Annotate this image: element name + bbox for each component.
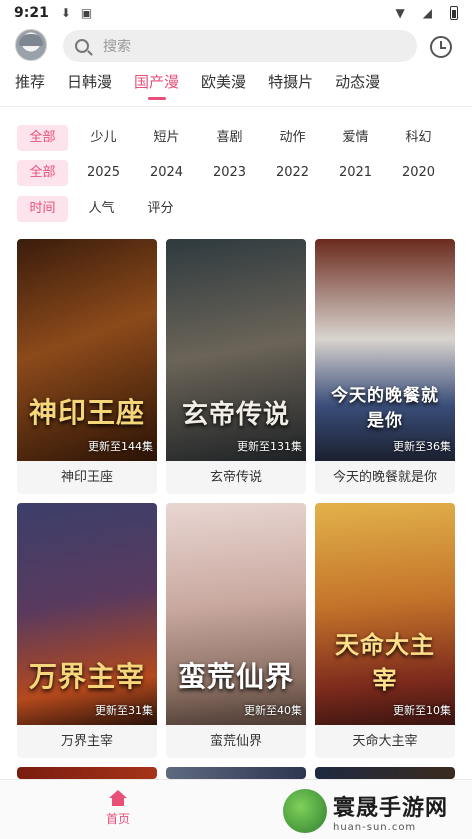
poster-image: 蛮荒仙界 更新至40集 <box>166 503 306 725</box>
sort-filter-row: 时间 人气 评分 <box>17 195 472 223</box>
year-chip[interactable]: 2021 <box>328 160 383 186</box>
avatar[interactable] <box>15 29 47 61</box>
episode-badge: 更新至40集 <box>244 704 302 717</box>
year-chip[interactable]: 2020 <box>391 160 446 186</box>
episode-badge: 更新至36集 <box>393 440 451 453</box>
anime-card[interactable]: 天命大主宰 更新至10集 天命大主宰 <box>315 503 455 758</box>
genre-filter-row: 全部 少儿 短片 喜剧 动作 爱情 科幻 奇 <box>17 124 472 152</box>
sort-chip[interactable]: 时间 <box>17 196 68 222</box>
header: 搜索 <box>0 28 472 66</box>
anime-card[interactable]: 神印王座 更新至144集 神印王座 <box>17 239 157 494</box>
divider <box>0 106 472 107</box>
tab-motion-comic[interactable]: 动态漫 <box>335 68 380 100</box>
anime-card[interactable]: 玄帝传说 更新至131集 玄帝传说 <box>166 239 306 494</box>
poster-title-art: 玄帝传说 <box>181 400 290 430</box>
sort-chip[interactable]: 评分 <box>135 196 186 222</box>
anime-card[interactable] <box>315 767 455 779</box>
anime-card[interactable]: 今天的晚餐就是你 更新至36集 今天的晚餐就是你 <box>315 239 455 494</box>
poster-image: 天命大主宰 更新至10集 <box>315 503 455 725</box>
tab-domestic[interactable]: 国产漫 <box>134 68 179 100</box>
category-tabs: 推荐 日韩漫 国产漫 欧美漫 特摄片 动态漫 <box>0 68 472 104</box>
signal-icon: ◢ <box>422 6 432 20</box>
anime-card[interactable]: 万界主宰 更新至31集 万界主宰 <box>17 503 157 758</box>
anime-card[interactable]: 蛮荒仙界 更新至40集 蛮荒仙界 <box>166 503 306 758</box>
genre-chip[interactable]: 爱情 <box>328 125 383 151</box>
watermark-url: huan-sun.com <box>333 821 417 833</box>
genre-chip[interactable]: 全部 <box>17 125 68 151</box>
year-chip[interactable]: 2022 <box>265 160 320 186</box>
tab-jp-kr[interactable]: 日韩漫 <box>67 68 112 100</box>
genre-chip[interactable]: 动作 <box>265 125 320 151</box>
poster-image: 玄帝传说 更新至131集 <box>166 239 306 461</box>
poster-image: 万界主宰 更新至31集 <box>17 503 157 725</box>
year-chip[interactable]: 2024 <box>139 160 194 186</box>
history-icon[interactable] <box>430 36 452 58</box>
wifi-icon: ▼ <box>395 6 405 20</box>
year-chip[interactable]: 2023 <box>202 160 257 186</box>
card-title: 蛮荒仙界 <box>209 734 262 749</box>
card-title: 天命大主宰 <box>352 734 418 749</box>
year-filter-row: 全部 2025 2024 2023 2022 2021 2020 <box>17 159 472 187</box>
poster-title-art: 今天的晚餐就是你 <box>331 386 439 431</box>
episode-badge: 更新至131集 <box>237 440 302 453</box>
anime-card[interactable] <box>166 767 306 779</box>
watermark-name: 寰晟手游网 <box>333 794 449 821</box>
card-title: 玄帝传说 <box>209 470 262 485</box>
genre-chip[interactable]: 奇 <box>454 125 472 151</box>
card-title: 万界主宰 <box>60 734 113 749</box>
genre-chip[interactable]: 少儿 <box>76 125 131 151</box>
card-title: 神印王座 <box>60 470 113 485</box>
download-icon: ⬇ <box>60 6 71 20</box>
episode-badge: 更新至144集 <box>88 440 153 453</box>
poster-title-art: 万界主宰 <box>28 660 145 693</box>
search-placeholder: 搜索 <box>103 39 131 55</box>
status-time: 9:21 <box>14 5 49 21</box>
poster-image: 神印王座 更新至144集 <box>17 239 157 461</box>
tab-western[interactable]: 欧美漫 <box>201 68 246 100</box>
nav-home[interactable]: 首页 <box>100 790 136 827</box>
search-input[interactable]: 搜索 <box>63 30 417 62</box>
status-bar: 9:21 ⬇ ▣ ▼ ◢ <box>0 0 472 26</box>
episode-badge: 更新至31集 <box>95 704 153 717</box>
genre-chip[interactable]: 科幻 <box>391 125 446 151</box>
watermark-logo-icon <box>283 789 327 833</box>
year-chip[interactable]: 2025 <box>76 160 131 186</box>
poster-title-art: 天命大主宰 <box>335 630 435 694</box>
watermark: 寰晟手游网 huan-sun.com <box>283 786 472 836</box>
episode-badge: 更新至10集 <box>393 704 451 717</box>
poster-title-art: 神印王座 <box>28 396 145 429</box>
notification-icon: ▣ <box>80 6 93 20</box>
card-title: 今天的晚餐就是你 <box>332 470 437 485</box>
nav-home-label: 首页 <box>105 812 130 826</box>
tab-recommend[interactable]: 推荐 <box>15 68 45 100</box>
genre-chip[interactable]: 喜剧 <box>202 125 257 151</box>
battery-icon <box>450 6 458 20</box>
poster-image: 今天的晚餐就是你 更新至36集 <box>315 239 455 461</box>
genre-chip[interactable]: 短片 <box>139 125 194 151</box>
home-icon <box>109 790 127 806</box>
sort-chip[interactable]: 人气 <box>76 196 127 222</box>
search-icon <box>75 39 89 53</box>
year-chip[interactable]: 全部 <box>17 160 68 186</box>
anime-card[interactable] <box>17 767 157 779</box>
poster-title-art: 蛮荒仙界 <box>177 660 294 693</box>
tab-tokusatsu[interactable]: 特摄片 <box>268 68 313 100</box>
